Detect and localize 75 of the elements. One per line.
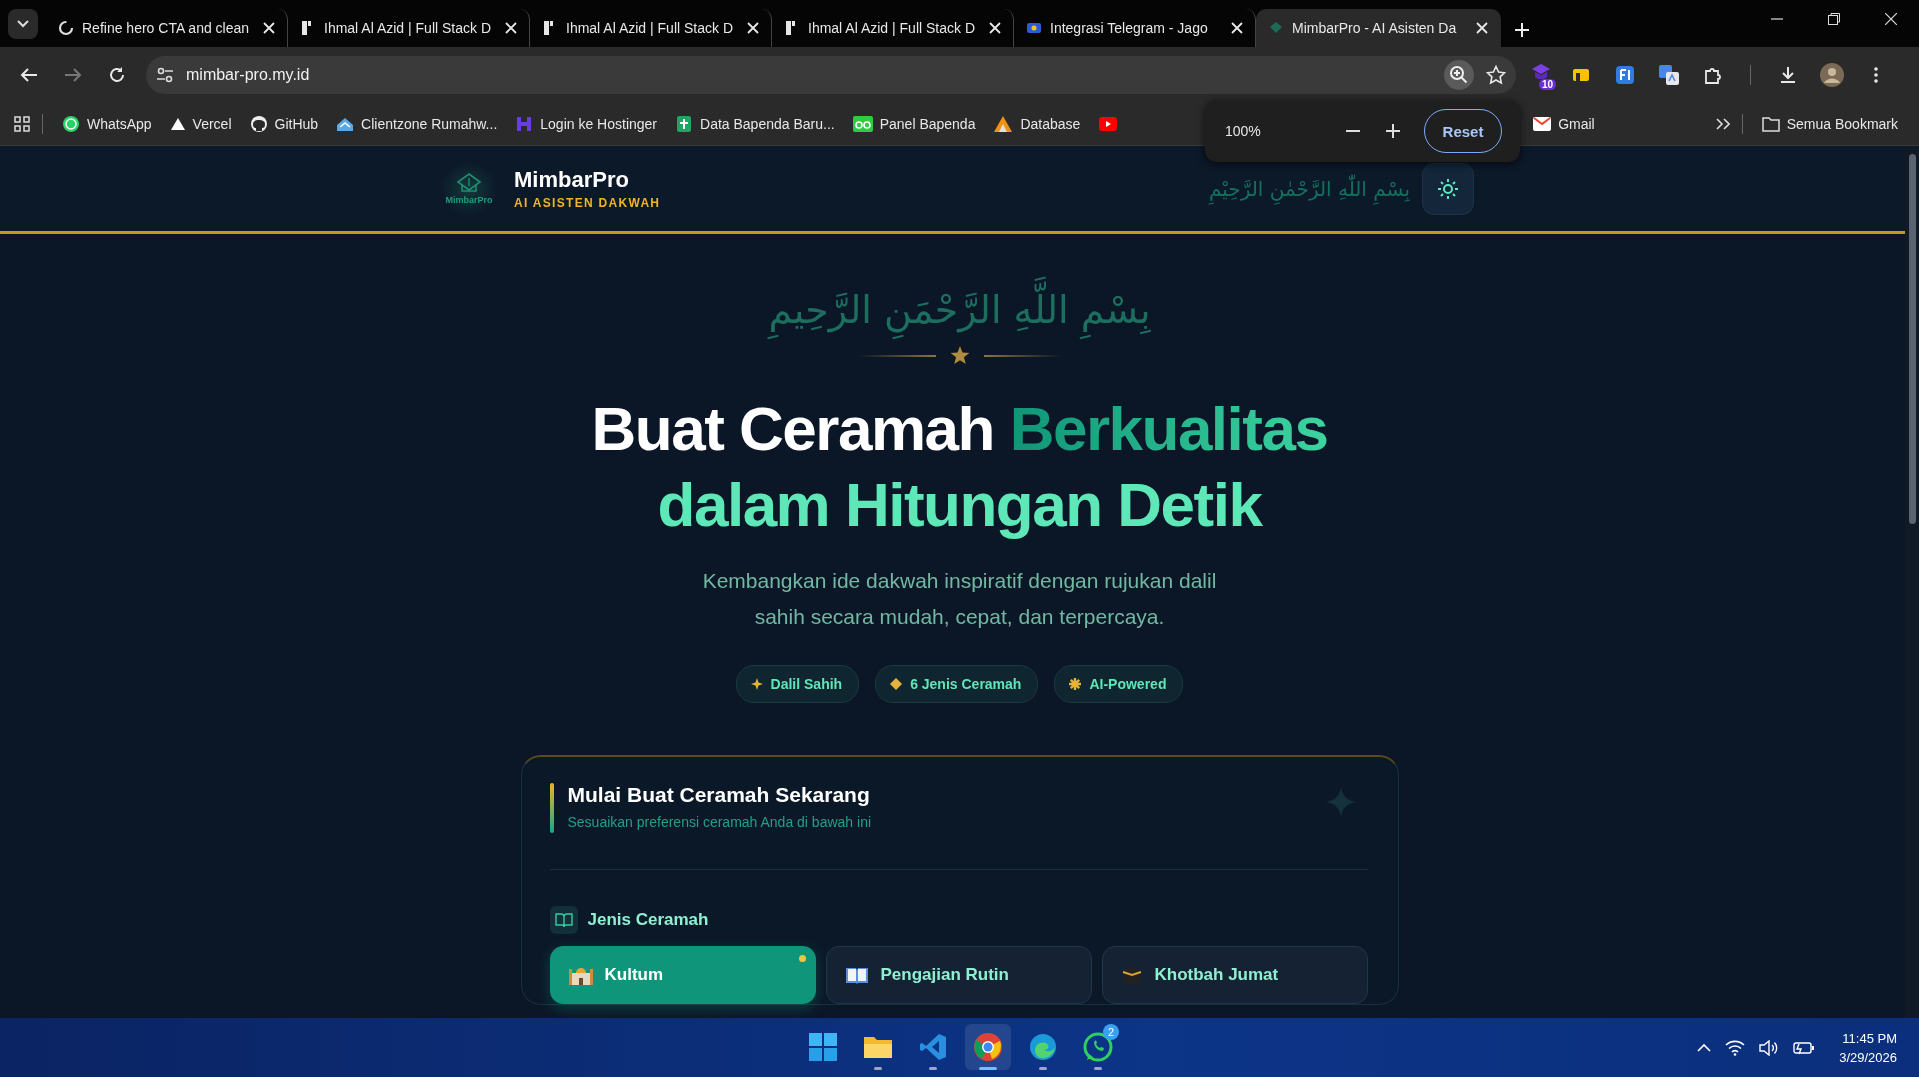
folder-icon (1761, 115, 1780, 132)
lecture-type-option[interactable]: Pengajian Rutin (825, 946, 1092, 1004)
sparkle-icon (1069, 678, 1082, 690)
logo-caption: MimbarPro (445, 194, 493, 205)
card-title: Mulai Buat Ceramah Sekarang (567, 783, 871, 807)
bookmark[interactable]: Gmail (1526, 111, 1602, 136)
scrollbar-thumb[interactable] (1909, 154, 1916, 524)
more-bookmarks-icon[interactable] (1715, 117, 1730, 130)
star-icon (949, 346, 970, 365)
bookmark[interactable]: Login ke Hostinger (508, 110, 665, 137)
close-icon[interactable] (505, 22, 517, 34)
new-tab-icon[interactable] (1515, 23, 1529, 37)
favicon-icon (1268, 20, 1284, 36)
bookmark[interactable]: Vercel (162, 111, 239, 136)
bismillah-heading: بِسْمِ اللَّهِ الرَّحْمَنِ الرَّحِيمِ (762, 274, 1157, 346)
browser-tab[interactable]: MimbarPro - AI Asisten Da (1256, 9, 1501, 47)
bookmark-favicon-icon (1533, 116, 1552, 131)
speaker-icon[interactable] (1759, 1039, 1780, 1056)
tab-list-icon[interactable] (8, 9, 38, 39)
bookmark-favicon-icon (62, 114, 80, 133)
lecture-type-option[interactable]: Kultum (549, 946, 816, 1004)
close-icon[interactable] (989, 22, 1001, 34)
browser-icon[interactable] (965, 1024, 1011, 1070)
bookmark[interactable]: Data Bapenda Baru... (668, 110, 842, 137)
sun-icon (1437, 177, 1459, 200)
brand-name: MimbarPro (514, 167, 630, 193)
bookmark-favicon-icon (515, 114, 534, 133)
bookmark[interactable]: WhatsApp (55, 110, 159, 137)
lecture-type-option[interactable]: Khotbah Jumat (1101, 946, 1368, 1004)
feature-pill: AI-Powered (1054, 665, 1184, 703)
extension-badge: 10 (1538, 78, 1556, 90)
bookmark[interactable]: Panel Bapenda (845, 110, 983, 137)
zoom-icon[interactable] (1444, 59, 1474, 90)
card-subtitle: Sesuaikan preferensi ceramah Anda di bawah ini (567, 814, 872, 830)
chevron-up-icon[interactable] (1697, 1042, 1712, 1053)
feature-pill: Dalil Sahih (735, 665, 860, 703)
zoom-level: 100% (1225, 123, 1262, 139)
bookmark-favicon-icon (249, 114, 268, 133)
sparkle-icon (1325, 787, 1356, 817)
favicon-icon (58, 20, 74, 36)
close-icon[interactable] (747, 22, 759, 34)
bookmark[interactable]: Database (986, 110, 1088, 137)
apps-grid-icon[interactable] (14, 115, 30, 132)
brand-tagline: AI ASISTEN DAKWAH (514, 196, 661, 210)
bookmark[interactable]: Clientzone Rumahw... (329, 110, 505, 137)
clock-time: 11:45 PM (1842, 1029, 1897, 1048)
selected-dot (798, 955, 806, 962)
book-icon (549, 906, 578, 934)
lecture-type-icon (844, 965, 869, 985)
bookmark[interactable]: GitHub (242, 110, 326, 137)
star-icon[interactable] (1486, 64, 1506, 85)
video-icon[interactable] (1099, 116, 1118, 131)
wifi-icon[interactable] (1725, 1039, 1746, 1056)
hero-headline: Buat Ceramah Berkualitas dalam Hitungan Detik (591, 393, 1328, 541)
sparkle-icon (750, 678, 763, 690)
notification-badge: 2 (1103, 1024, 1119, 1040)
close-icon[interactable] (1231, 22, 1243, 34)
bookmark[interactable]: Semua Bookmark (1754, 111, 1905, 136)
close-icon[interactable] (263, 22, 275, 34)
address-bar[interactable]: mimbar-pro.my.id (146, 55, 1516, 94)
clock-date: 3/29/2026 (1839, 1048, 1897, 1067)
site-settings-icon[interactable] (156, 65, 174, 84)
sparkle-icon (890, 678, 903, 690)
feature-pill: 6 Jenis Ceramah (875, 665, 1039, 703)
bookmark-favicon-icon (993, 114, 1014, 133)
lecture-type-icon (1120, 964, 1143, 986)
battery-icon[interactable] (1793, 1040, 1816, 1055)
theme-toggle-button[interactable] (1422, 162, 1474, 215)
section-label: Jenis Ceramah (587, 910, 709, 930)
hero-subtitle: Kembangkan ide dakwah inspiratif dengan rujukan dalil sahih secara mudah, cepat, dan terpercaya. (701, 568, 1218, 630)
favicon-icon (1026, 20, 1042, 36)
close-icon[interactable] (1476, 22, 1488, 34)
mosque-book-icon (456, 172, 482, 195)
bookmark-favicon-icon (852, 114, 873, 133)
bookmark-favicon-icon (675, 114, 694, 133)
